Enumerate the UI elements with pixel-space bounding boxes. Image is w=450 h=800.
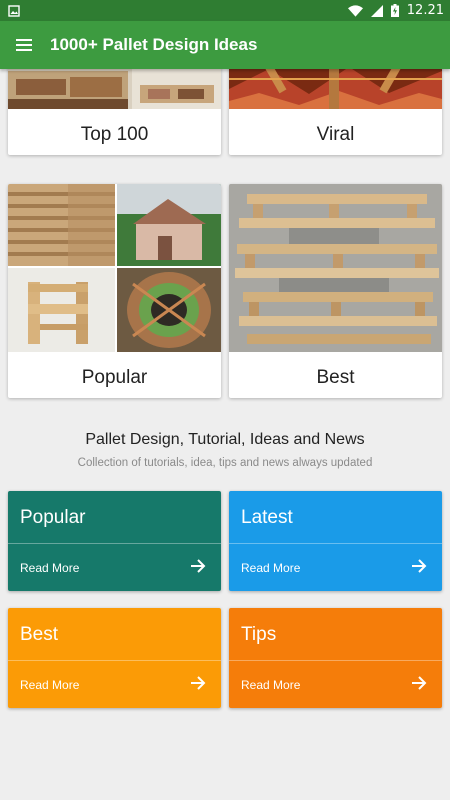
tile-title: Tips xyxy=(241,624,277,645)
battery-charging-icon xyxy=(390,4,399,17)
tile-title: Best xyxy=(20,624,59,645)
card-label: Viral xyxy=(316,124,355,145)
best-image xyxy=(229,184,442,352)
category-card-popular[interactable]: Popular xyxy=(8,184,221,398)
app-title: 1000+ Pallet Design Ideas xyxy=(50,35,258,54)
gallery-notification-icon xyxy=(8,4,20,17)
signal-icon xyxy=(370,4,383,17)
tile-tips[interactable]: Tips Read More xyxy=(229,608,442,708)
hamburger-menu-button[interactable] xyxy=(0,21,48,69)
read-more-link[interactable]: Read More xyxy=(241,561,300,575)
popular-image xyxy=(8,184,221,352)
category-card-best[interactable]: Best xyxy=(229,184,442,398)
arrow-right-icon[interactable] xyxy=(189,557,207,575)
section-subtitle: Collection of tutorials, idea, tips and … xyxy=(77,457,373,469)
tile-latest[interactable]: Latest Read More xyxy=(229,491,442,591)
hamburger-icon xyxy=(16,39,32,51)
tile-divider xyxy=(8,660,221,661)
tile-title: Popular xyxy=(20,507,86,528)
app-bar: 1000+ Pallet Design Ideas xyxy=(0,21,450,69)
card-label: Top 100 xyxy=(80,124,149,145)
tile-divider xyxy=(8,543,221,544)
top-100-image xyxy=(8,69,221,109)
status-time: 12.21 xyxy=(406,3,444,18)
card-label: Best xyxy=(316,367,355,388)
tile-divider xyxy=(229,660,442,661)
wifi-icon xyxy=(347,4,363,17)
read-more-link[interactable]: Read More xyxy=(20,561,79,575)
arrow-right-icon[interactable] xyxy=(410,557,428,575)
category-card-top-100[interactable]: Top 100 xyxy=(8,69,221,155)
arrow-right-icon[interactable] xyxy=(189,674,207,692)
status-bar: 12.21 xyxy=(0,0,450,21)
main-content: Top 100 Viral Popular Best Pallet Design… xyxy=(0,69,450,800)
card-label: Popular xyxy=(81,367,148,388)
tile-title: Latest xyxy=(241,507,293,528)
viral-image xyxy=(229,69,442,109)
category-card-viral[interactable]: Viral xyxy=(229,69,442,155)
tile-popular[interactable]: Popular Read More xyxy=(8,491,221,591)
read-more-link[interactable]: Read More xyxy=(241,678,300,692)
arrow-right-icon[interactable] xyxy=(410,674,428,692)
tile-divider xyxy=(229,543,442,544)
section-title: Pallet Design, Tutorial, Ideas and News xyxy=(85,431,365,448)
read-more-link[interactable]: Read More xyxy=(20,678,79,692)
tile-best[interactable]: Best Read More xyxy=(8,608,221,708)
